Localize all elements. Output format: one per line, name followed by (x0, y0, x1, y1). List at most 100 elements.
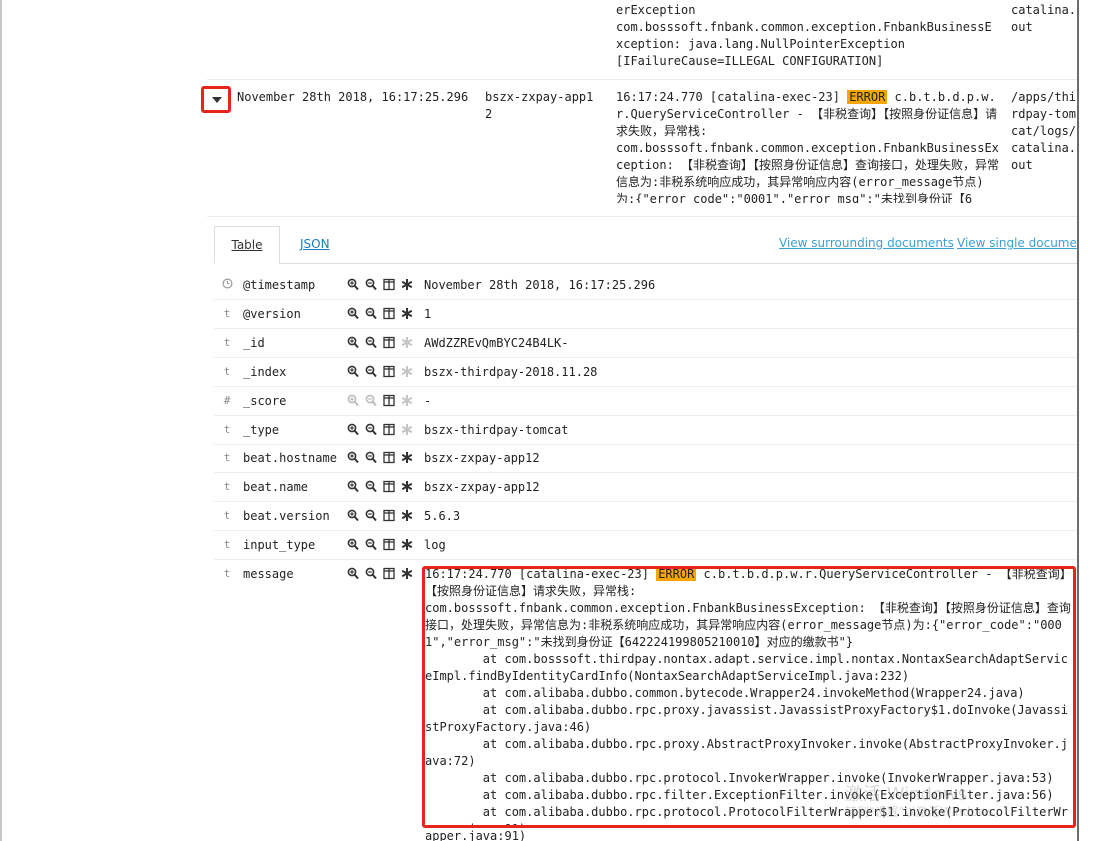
row1-source: catalina. out (1011, 3, 1077, 34)
string-type-icon: t (223, 365, 231, 378)
field-row-timestamp: @timestamp November 28th 2018, 16:17:25.2… (214, 270, 1077, 300)
toggle-column-icon[interactable] (383, 509, 395, 522)
view-single-document-link[interactable]: View single document (957, 236, 1077, 250)
field-value: bszx-zxpay-app12 (424, 451, 540, 465)
field-name: beat.version (243, 509, 330, 523)
zoom-out-icon[interactable] (365, 509, 377, 522)
exists-filter-icon[interactable] (401, 538, 413, 551)
field-value: bszx-zxpay-app12 (424, 480, 540, 494)
tab-underline (214, 263, 1077, 264)
message-overflow-text: apper.java:91) (425, 829, 527, 841)
message-prefix: 16:17:24.770 [catalina-exec-23] (425, 567, 657, 581)
row2-message-rest: c.b.t.b.d.p.w.r.QueryServiceController -… (616, 90, 1000, 203)
clock-icon (221, 278, 233, 292)
string-type-icon: t (223, 567, 231, 580)
zoom-in-icon[interactable] (347, 394, 359, 407)
toggle-column-icon[interactable] (383, 278, 395, 291)
caret-down-icon (212, 97, 222, 103)
field-value: November 28th 2018, 16:17:25.296 (424, 278, 656, 292)
field-row-id: t _id AWdZZREvQmBYC24B4LK- (214, 328, 1077, 358)
number-type-icon: # (223, 394, 231, 407)
zoom-in-icon[interactable] (347, 538, 359, 551)
string-type-icon: t (223, 538, 231, 551)
field-row-type: t _type bszx-thirdpay-tomcat (214, 415, 1077, 445)
toggle-column-icon[interactable] (383, 394, 395, 407)
string-type-icon: t (223, 423, 231, 436)
exists-filter-icon[interactable] (401, 509, 413, 522)
toggle-column-icon[interactable] (383, 567, 395, 580)
zoom-in-icon[interactable] (347, 365, 359, 378)
exists-filter-icon[interactable] (401, 365, 413, 378)
exists-filter-icon[interactable] (401, 480, 413, 493)
exists-filter-icon[interactable] (401, 278, 413, 291)
toggle-column-icon[interactable] (383, 423, 395, 436)
exists-filter-icon[interactable] (401, 567, 413, 580)
zoom-in-icon[interactable] (347, 451, 359, 464)
field-name: @timestamp (243, 278, 316, 292)
string-type-icon: t (223, 451, 231, 464)
exists-filter-icon[interactable] (401, 423, 413, 436)
field-row-input-type: t input_type log (214, 530, 1077, 560)
field-row-version: t @version 1 (214, 299, 1077, 329)
toggle-column-icon[interactable] (383, 451, 395, 464)
row-divider (207, 216, 1077, 217)
zoom-in-icon[interactable] (347, 307, 359, 320)
message-value-highlight: 16:17:24.770 [catalina-exec-23] ERROR c.… (422, 566, 1076, 828)
row2-hostname: bszx-zxpay-app1 2 (485, 90, 594, 121)
window-right-edge (1077, 0, 1079, 841)
exists-filter-icon[interactable] (401, 451, 413, 464)
string-type-icon: t (223, 480, 231, 493)
exists-filter-icon[interactable] (401, 336, 413, 349)
zoom-out-icon[interactable] (365, 336, 377, 349)
error-level-badge: ERROR (656, 567, 697, 581)
field-name: _id (243, 336, 265, 350)
zoom-in-icon[interactable] (347, 336, 359, 349)
field-name: _score (243, 394, 287, 408)
string-type-icon: t (223, 307, 231, 320)
field-name: _type (243, 423, 280, 437)
field-value: AWdZZREvQmBYC24B4LK- (424, 336, 569, 350)
zoom-out-icon[interactable] (365, 538, 377, 551)
field-value: - (424, 394, 432, 408)
window-left-edge (0, 0, 2, 841)
exists-filter-icon[interactable] (401, 307, 413, 320)
field-value: bszx-thirdpay-tomcat (424, 423, 569, 437)
row2-timestamp: November 28th 2018, 16:17:25.296 (237, 90, 469, 104)
field-row-beat-version: t beat.version 5.6.3 (214, 501, 1077, 531)
zoom-out-icon[interactable] (365, 451, 377, 464)
row2-message-prefix: 16:17:24.770 [catalina-exec-23] (616, 90, 848, 104)
message-body: c.b.t.b.d.p.w.r.QueryServiceController -… (425, 567, 1071, 825)
zoom-out-icon[interactable] (365, 278, 377, 291)
field-row-beat-hostname: t beat.hostname bszx-zxpay-app12 (214, 443, 1077, 473)
view-surrounding-documents-link[interactable]: View surrounding documents (779, 236, 954, 250)
zoom-out-icon[interactable] (365, 480, 377, 493)
toggle-column-icon[interactable] (383, 538, 395, 551)
field-name: beat.hostname (243, 451, 337, 465)
toggle-column-icon[interactable] (383, 365, 395, 378)
zoom-out-icon[interactable] (365, 567, 377, 580)
field-value: 5.6.3 (424, 509, 461, 523)
zoom-out-icon[interactable] (365, 394, 377, 407)
zoom-in-icon[interactable] (347, 423, 359, 436)
zoom-out-icon[interactable] (365, 423, 377, 436)
toggle-column-icon[interactable] (383, 336, 395, 349)
exists-filter-icon[interactable] (401, 394, 413, 407)
zoom-in-icon[interactable] (347, 509, 359, 522)
tab-table[interactable]: Table (214, 226, 280, 264)
field-value: 1 (424, 307, 432, 321)
toggle-column-icon[interactable] (383, 307, 395, 320)
zoom-in-icon[interactable] (347, 480, 359, 493)
string-type-icon: t (223, 336, 231, 349)
expand-toggle-button[interactable] (201, 86, 231, 113)
row2-source: /apps/thirdpay-tomcat/logs/catalina.out (1011, 90, 1077, 172)
tab-json[interactable]: JSON (300, 237, 330, 251)
field-name: _index (243, 365, 287, 379)
zoom-out-icon[interactable] (365, 365, 377, 378)
zoom-in-icon[interactable] (347, 567, 359, 580)
zoom-in-icon[interactable] (347, 278, 359, 291)
toggle-column-icon[interactable] (383, 480, 395, 493)
row-divider (207, 79, 1077, 80)
field-row-index: t _index bszx-thirdpay-2018.11.28 (214, 357, 1077, 387)
zoom-out-icon[interactable] (365, 307, 377, 320)
row1-message: erException com.bosssoft.fnbank.common.e… (616, 3, 992, 68)
